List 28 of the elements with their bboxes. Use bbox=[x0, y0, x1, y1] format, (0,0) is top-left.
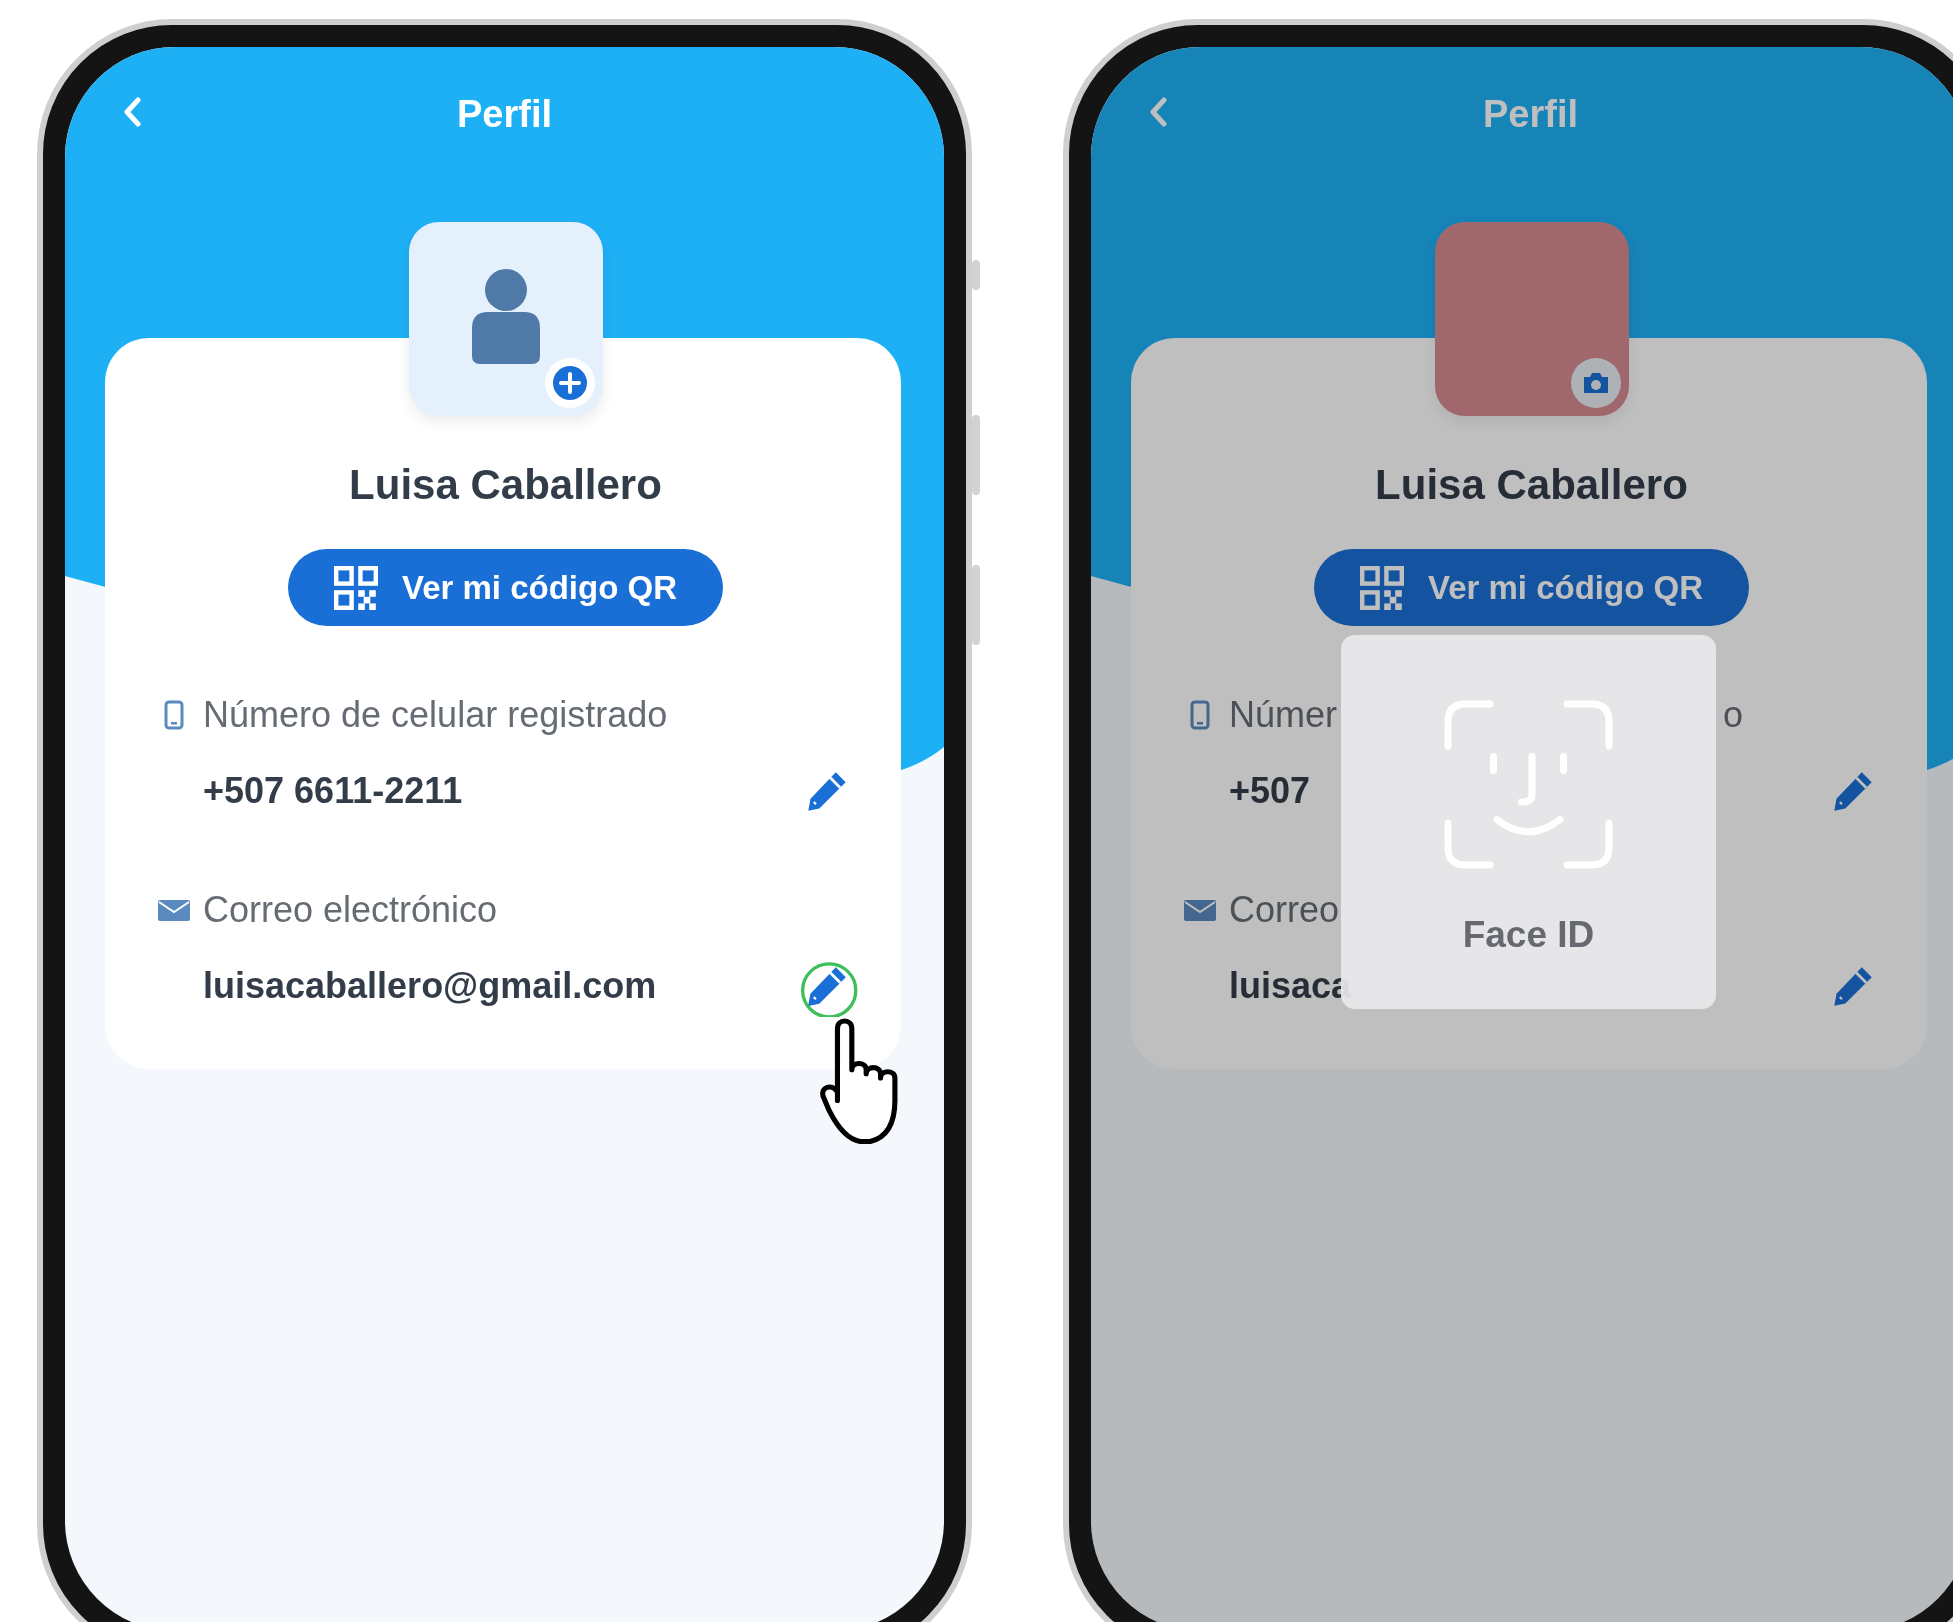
add-photo-icon[interactable] bbox=[544, 358, 595, 408]
back-icon[interactable] bbox=[1149, 97, 1169, 127]
field-value: luisacaballero@gmail.com bbox=[203, 965, 657, 1007]
field-label: o bbox=[1723, 694, 1744, 736]
field-value: +507 6611-2211 bbox=[203, 770, 463, 812]
qr-code-icon bbox=[1359, 565, 1404, 610]
field-value: luisaca bbox=[1229, 965, 1352, 1007]
qr-code-icon bbox=[333, 565, 378, 610]
field-label: Correo bbox=[1229, 889, 1340, 931]
avatar-tile[interactable] bbox=[408, 222, 603, 416]
screen-title: Perfil bbox=[456, 92, 552, 136]
phone-icon bbox=[1190, 700, 1210, 730]
field-label: Númer bbox=[1229, 694, 1339, 736]
qr-code-button[interactable]: Ver mi código QR bbox=[288, 549, 723, 626]
photo-placeholder[interactable] bbox=[1434, 222, 1629, 416]
back-icon[interactable] bbox=[123, 97, 143, 127]
face-id-label: Face ID bbox=[1462, 914, 1595, 956]
field-value: +507 bbox=[1229, 770, 1311, 812]
field-label: Correo electrónico bbox=[203, 889, 498, 931]
profile-name: Luisa Caballero bbox=[1375, 460, 1688, 510]
phone-icon bbox=[164, 700, 184, 730]
mail-icon bbox=[1184, 898, 1216, 922]
mail-icon bbox=[158, 898, 190, 922]
qr-code-button[interactable]: Ver mi código QR bbox=[1314, 549, 1749, 626]
screen-title: Perfil bbox=[1482, 92, 1578, 136]
field-label: Número de celular registrado bbox=[203, 694, 668, 736]
profile-name: Luisa Caballero bbox=[349, 460, 662, 510]
camera-icon[interactable] bbox=[1570, 358, 1621, 408]
